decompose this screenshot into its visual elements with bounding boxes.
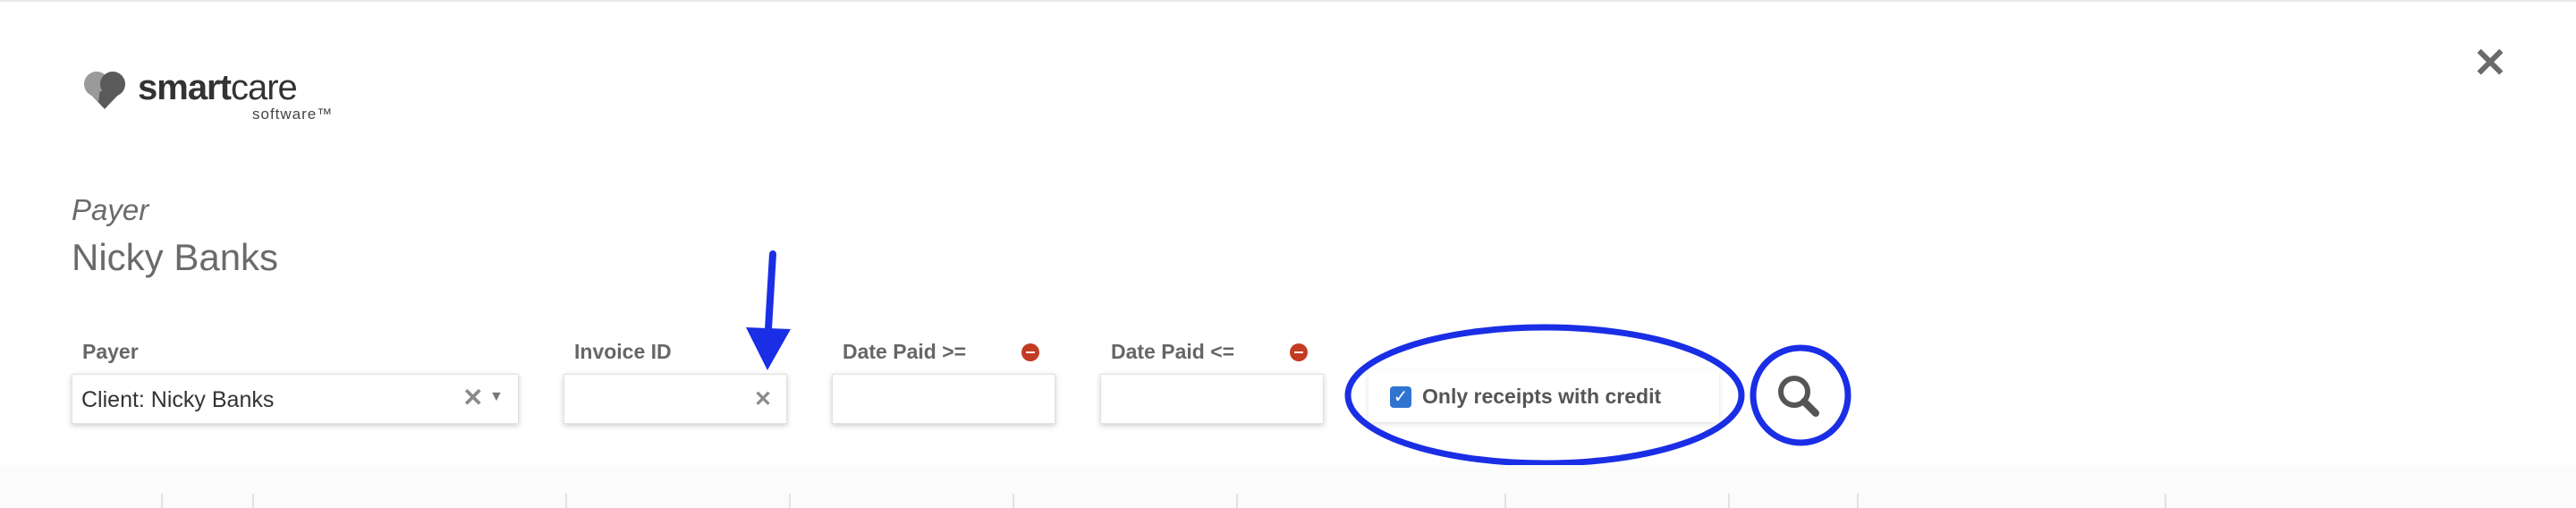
invoice-id-label: Invoice ID [574, 340, 672, 363]
column-separator [252, 494, 254, 508]
payer-caption: Payer [72, 193, 149, 226]
date-paid-from-input[interactable] [832, 374, 1055, 424]
date-paid-from-label: Date Paid >= [843, 340, 967, 363]
column-separator [1857, 494, 1859, 508]
payer-select[interactable]: Client: Nicky Banks ✕ ▼ [72, 374, 519, 424]
minus-circle-icon[interactable] [1021, 343, 1039, 361]
column-separator [1728, 494, 1730, 508]
column-separator [1236, 494, 1238, 508]
logo-hearts-icon [84, 72, 125, 109]
date-paid-to-input[interactable] [1100, 374, 1324, 424]
date-paid-to-label: Date Paid <= [1111, 340, 1235, 363]
annotation-arrow-head [746, 327, 791, 370]
column-separator [789, 494, 791, 508]
minus-circle-icon[interactable] [1290, 343, 1308, 361]
chevron-down-icon[interactable]: ▼ [489, 389, 504, 405]
column-separator [161, 494, 163, 508]
annotation-overlay [746, 250, 1852, 467]
column-separator [565, 494, 567, 508]
logo-wordmark: smartcare [138, 68, 298, 107]
column-separator [1504, 494, 1506, 508]
payer-name: Nicky Banks [72, 236, 279, 278]
search-icon [1778, 376, 1819, 417]
annotation-arrow-shaft [765, 250, 776, 333]
only-credit-checkbox[interactable]: ✓ [1390, 386, 1411, 408]
smartcare-logo: smartcare software™ [82, 68, 351, 123]
logo-subtitle: software™ [252, 106, 334, 123]
payer-select-value: Client: Nicky Banks [81, 387, 275, 412]
clear-icon[interactable]: ✕ [462, 385, 483, 411]
top-border [0, 0, 2576, 2]
only-credit-label: Only receipts with credit [1422, 385, 1662, 408]
column-separator [1013, 494, 1014, 508]
search-button[interactable] [1758, 367, 1841, 426]
clear-icon[interactable]: ✕ [754, 387, 772, 412]
column-separator [2165, 494, 2166, 508]
only-credit-option[interactable]: ✓ Only receipts with credit [1368, 370, 1719, 422]
close-icon[interactable]: ✕ [2470, 42, 2510, 83]
results-header-band [0, 465, 2576, 508]
invoice-id-input[interactable]: ✕ [564, 374, 787, 424]
payer-label: Payer [82, 340, 139, 363]
